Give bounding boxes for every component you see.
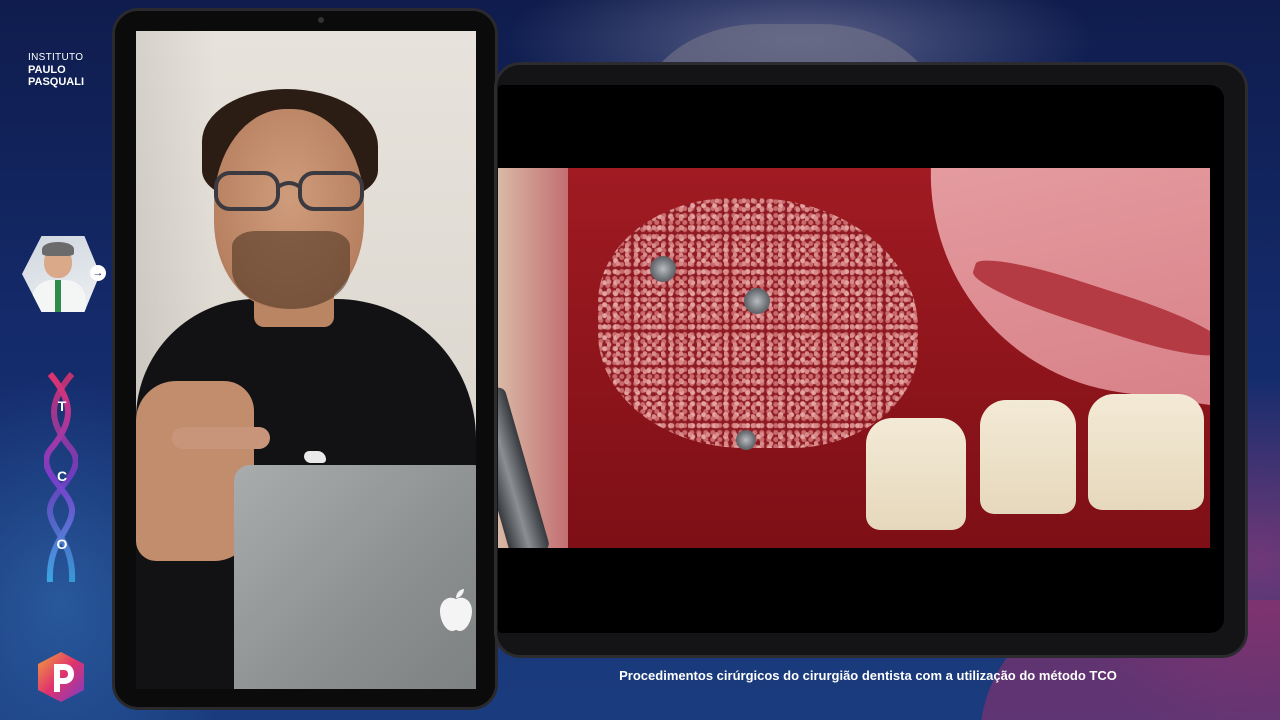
procedure-video-tablet [494, 62, 1248, 658]
tco-letter-t: T [57, 398, 67, 414]
tablet-camera [318, 17, 324, 23]
avatar-coat-stripe [55, 280, 61, 312]
glasses-icon [214, 171, 364, 211]
presenter-pointing-finger [172, 427, 270, 449]
video-caption: Procedimentos cirúrgicos do cirurgião de… [619, 668, 1117, 683]
tooth-1 [866, 418, 966, 530]
fixation-screw-3 [736, 430, 756, 450]
avatar-hair [42, 242, 74, 256]
tooth-2 [980, 400, 1076, 514]
tco-helix-logo: T C O [44, 372, 78, 584]
laptop [234, 465, 476, 689]
crocodile-logo-icon [304, 451, 326, 463]
logo-line-instituto: INSTITUTO [28, 52, 84, 63]
institute-logo: INSTITUTO PAULO PASQUALI [28, 52, 84, 88]
fixation-screw-2 [744, 288, 770, 314]
procedure-video-frame[interactable] [498, 85, 1224, 633]
apple-logo-icon [440, 589, 472, 631]
logo-line-paulo: PAULO [28, 64, 66, 76]
presenter-beard [232, 231, 350, 309]
bone-graft-area [598, 198, 918, 448]
surgical-image [498, 168, 1210, 548]
p-brand-logo [36, 650, 86, 704]
presenter-video-tablet [112, 8, 498, 710]
tooth-3 [1088, 394, 1204, 510]
presenter-video-frame[interactable] [136, 31, 476, 689]
tco-letter-c: C [56, 468, 68, 484]
tco-letter-o: O [56, 536, 68, 552]
logo-line-pasquali: PASQUALI [28, 76, 85, 88]
fixation-screw-1 [650, 256, 676, 282]
p-logo-icon [38, 652, 84, 702]
arrow-right-icon[interactable]: → [90, 265, 106, 281]
